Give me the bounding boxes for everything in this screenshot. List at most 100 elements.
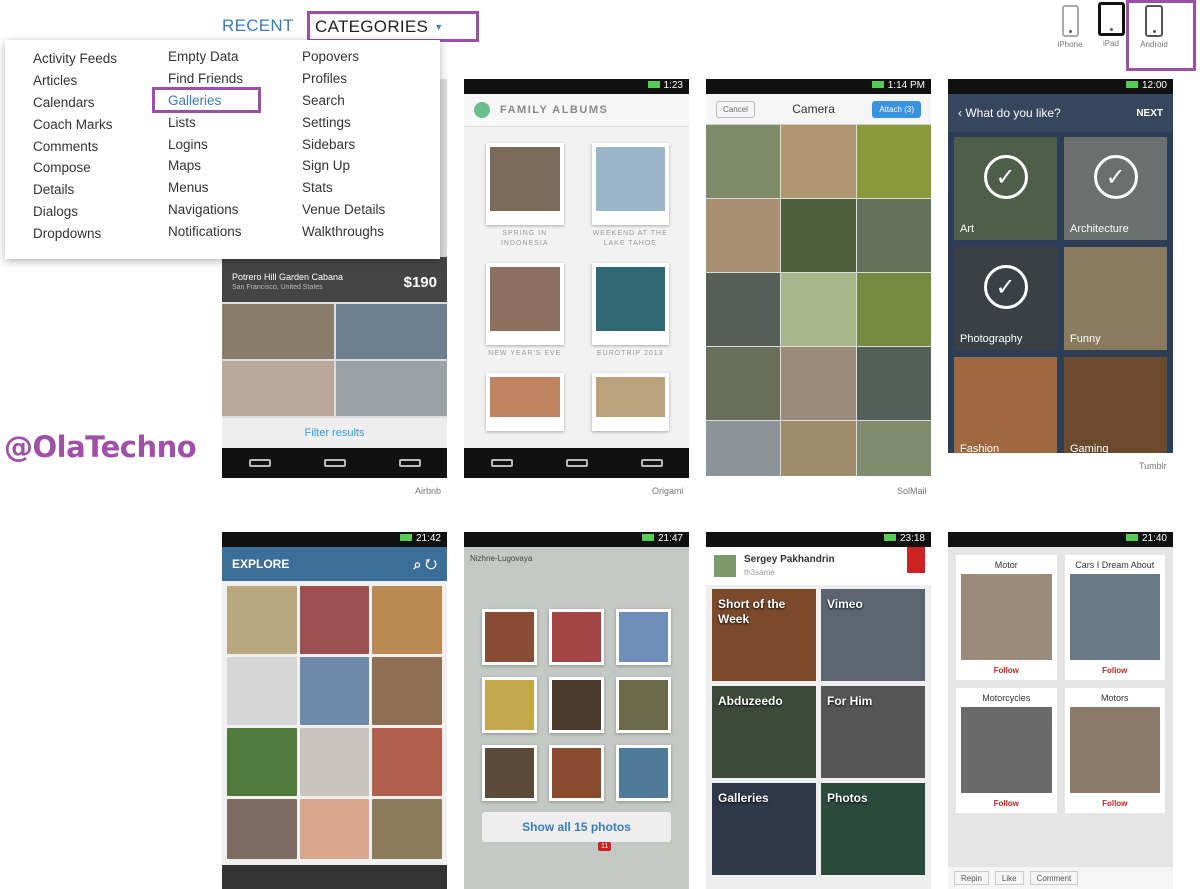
menu-item[interactable]: Popovers: [302, 49, 385, 71]
photo-tile[interactable]: [781, 199, 856, 272]
menu-item[interactable]: Dropdowns: [33, 226, 117, 248]
screenshot-map[interactable]: 21:47 Nizhne-Lugovaya Show all 15 photos…: [464, 532, 689, 889]
album-card[interactable]: WEEKEND AT THE LAKE TAHOE: [591, 143, 669, 249]
photo-tile[interactable]: [856, 421, 931, 476]
menu-item[interactable]: Profiles: [302, 71, 385, 93]
menu-item[interactable]: Venue Details: [302, 202, 385, 224]
photo-tile[interactable]: [706, 273, 781, 346]
menu-item[interactable]: Sidebars: [302, 137, 385, 159]
menu-item[interactable]: Dialogs: [33, 204, 117, 226]
next-button[interactable]: NEXT: [1136, 108, 1163, 119]
screenshot-explore[interactable]: 21:42 EXPLORE ⌕ ↻: [222, 532, 447, 889]
menu-item[interactable]: Empty Data: [168, 49, 243, 71]
photo-tile[interactable]: [372, 799, 442, 859]
screenshot-tumblr[interactable]: 12:00 ‹ What do you like? NEXT ✓ Art ✓ Arc…: [948, 79, 1173, 453]
album-card[interactable]: [591, 373, 669, 431]
menu-item[interactable]: Lists: [168, 115, 243, 137]
album-card[interactable]: [486, 373, 564, 431]
photo-tile[interactable]: [856, 273, 931, 346]
photo-tile[interactable]: [616, 677, 671, 733]
interest-tile[interactable]: ✓ Art: [954, 137, 1057, 240]
photo-tile[interactable]: [372, 728, 442, 796]
pin-board[interactable]: Motorcycles Follow: [956, 688, 1057, 813]
like-button[interactable]: Like: [994, 871, 1024, 885]
photo-tile[interactable]: [299, 586, 370, 654]
screenshot-solmail[interactable]: 1:14 PM Cancel Camera Attach (3): [706, 79, 931, 476]
album-card[interactable]: NEW YEAR'S EVE: [486, 263, 564, 359]
follow-button[interactable]: Follow: [1070, 799, 1161, 808]
menu-item[interactable]: Activity Feeds: [33, 51, 117, 73]
menu-item[interactable]: Search: [302, 93, 385, 115]
board-tile[interactable]: Vimeo: [821, 589, 925, 681]
photo-tile[interactable]: [781, 347, 856, 420]
photo-tile[interactable]: [856, 347, 931, 420]
bookmark-icon[interactable]: [907, 547, 925, 573]
menu-item[interactable]: Articles: [33, 73, 117, 95]
photo-tile[interactable]: [856, 125, 931, 198]
repin-button[interactable]: Repin: [954, 871, 989, 885]
photo-tile[interactable]: [549, 609, 604, 665]
photo-tile[interactable]: [227, 799, 297, 859]
interest-tile[interactable]: Gaming: [1064, 357, 1167, 453]
board-tile[interactable]: Abduzeedo: [712, 686, 816, 778]
photo-tile[interactable]: [856, 199, 931, 272]
photo-tile[interactable]: [549, 745, 604, 801]
follow-button[interactable]: Follow: [961, 799, 1052, 808]
show-all-photos-button[interactable]: Show all 15 photos: [482, 812, 671, 842]
photo-tile[interactable]: [299, 799, 370, 859]
menu-item[interactable]: Compose: [33, 160, 117, 182]
photo-tile[interactable]: [482, 609, 537, 665]
menu-item[interactable]: Walkthroughs: [302, 224, 385, 246]
follow-button[interactable]: Follow: [1070, 666, 1161, 675]
interest-tile[interactable]: ✓ Photography: [954, 247, 1057, 350]
pin-board[interactable]: Motor Follow: [956, 555, 1057, 680]
menu-item[interactable]: Comments: [33, 139, 117, 161]
screenshot-origami[interactable]: 1:23 FAMILY ALBUMS SPRING IN INDONESIA W…: [464, 79, 689, 478]
photo-tile[interactable]: [781, 273, 856, 346]
device-ipad[interactable]: iPad: [1096, 2, 1126, 48]
nav-recent-tab[interactable]: RECENT: [222, 16, 294, 36]
screenshot-boards[interactable]: 23:18 Sergey Pakhandrin th3same Short of…: [706, 532, 931, 889]
recents-icon[interactable]: [398, 459, 421, 467]
menu-item[interactable]: Settings: [302, 115, 385, 137]
menu-item[interactable]: Sign Up: [302, 158, 385, 180]
interest-tile[interactable]: ✓ Architecture: [1064, 137, 1167, 240]
board-tile[interactable]: Galleries: [712, 783, 816, 875]
photo-tile[interactable]: [616, 745, 671, 801]
back-icon[interactable]: [248, 459, 271, 467]
photo-tile[interactable]: [227, 728, 297, 796]
home-icon[interactable]: [565, 459, 588, 467]
menu-item[interactable]: Coach Marks: [33, 117, 117, 139]
photo-tile[interactable]: [781, 125, 856, 198]
album-card[interactable]: EUROTRIP 2013: [591, 263, 669, 359]
menu-item[interactable]: Menus: [168, 180, 243, 202]
menu-item[interactable]: Maps: [168, 158, 243, 180]
photo-tile[interactable]: [706, 347, 781, 420]
refresh-icon[interactable]: ↻: [425, 556, 437, 572]
menu-item[interactable]: Navigations: [168, 202, 243, 224]
menu-item[interactable]: Notifications: [168, 224, 243, 246]
photo-tile[interactable]: [549, 677, 604, 733]
photo-tile[interactable]: [227, 657, 297, 725]
photo-tile[interactable]: [781, 421, 856, 476]
pin-board[interactable]: Cars I Dream About Follow: [1064, 555, 1165, 680]
home-icon[interactable]: [323, 459, 346, 467]
pin-board[interactable]: Motors Follow: [1064, 688, 1165, 813]
cancel-button[interactable]: Cancel: [716, 100, 755, 118]
interest-tile[interactable]: Fashion: [954, 357, 1057, 453]
photo-tile[interactable]: [706, 125, 781, 198]
menu-item[interactable]: Details: [33, 182, 117, 204]
filter-results-button[interactable]: Filter results: [222, 418, 447, 448]
device-iphone[interactable]: iPhone: [1056, 5, 1084, 49]
recents-icon[interactable]: [640, 459, 663, 467]
attach-button[interactable]: Attach (3): [872, 100, 921, 118]
search-icon[interactable]: ⌕: [413, 556, 421, 572]
photo-tile[interactable]: [482, 745, 537, 801]
comment-button[interactable]: Comment: [1029, 871, 1079, 885]
photo-tile[interactable]: [372, 586, 442, 654]
photo-tile[interactable]: [482, 677, 537, 733]
menu-item[interactable]: Logins: [168, 137, 243, 159]
photo-tile[interactable]: [299, 657, 370, 725]
photo-tile[interactable]: [706, 199, 781, 272]
photo-tile[interactable]: [706, 421, 781, 476]
